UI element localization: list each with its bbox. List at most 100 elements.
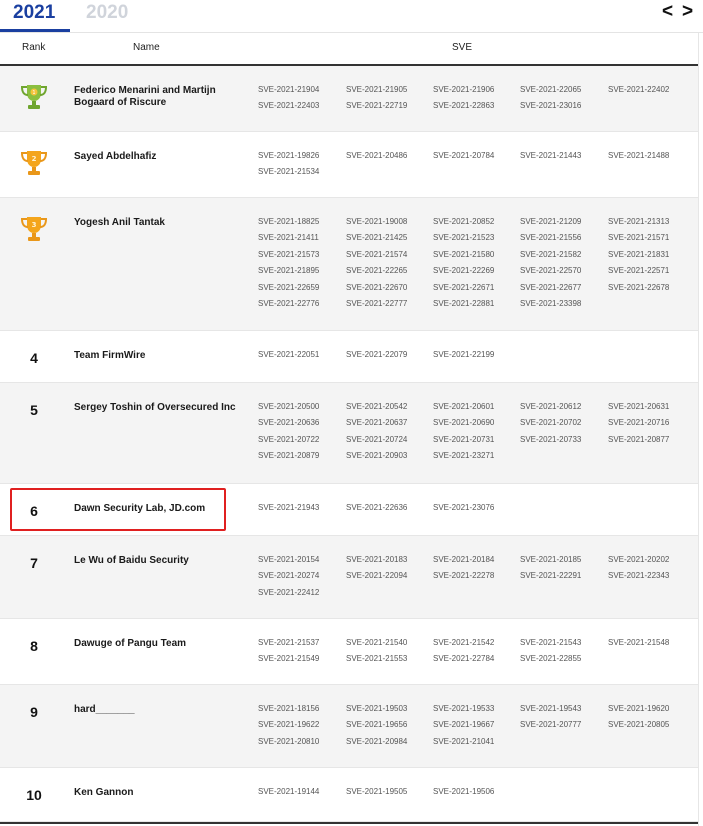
sve-id: SVE-2021-21582 — [520, 249, 582, 259]
rank-number: 5 — [30, 402, 38, 418]
sve-id: SVE-2021-20636 — [258, 418, 320, 428]
researcher-name: Sayed Abdelhafiz — [74, 151, 157, 162]
sve-id: SVE-2021-21895 — [258, 266, 320, 276]
sve-id: SVE-2021-22671 — [433, 282, 495, 292]
researcher-name: Dawn Security Lab, JD.com — [74, 503, 206, 514]
sve-id: SVE-2021-19667 — [433, 720, 495, 730]
sve-id: SVE-2021-20702 — [520, 418, 582, 428]
sve-id: SVE-2021-19543 — [520, 704, 582, 713]
sve-id: SVE-2021-20184 — [433, 555, 495, 564]
sve-id: SVE-2021-22881 — [433, 299, 495, 308]
sve-id: SVE-2021-21443 — [520, 151, 582, 160]
sve-id: SVE-2021-22402 — [608, 85, 670, 94]
table-row: 5 Sergey Toshin of Oversecured Inc SVE-202… — [0, 383, 698, 484]
chevron-right-icon[interactable]: > — [682, 2, 693, 22]
sve-id: SVE-2021-23016 — [520, 101, 582, 111]
sve-id: SVE-2021-20722 — [258, 434, 320, 444]
researcher-name: Federico Menarini and Martijn Bogaard of… — [74, 85, 216, 108]
researcher-name: Le Wu of Baidu Security — [74, 555, 189, 566]
sve-id: SVE-2021-19144 — [258, 787, 320, 796]
sve-id: SVE-2021-22079 — [346, 350, 408, 359]
sve-id: SVE-2021-22269 — [433, 266, 495, 276]
svg-text:1: 1 — [32, 90, 35, 96]
table-row: 7 Le Wu of Baidu Security SVE-2021-20154 SV… — [0, 536, 698, 619]
sve-id: SVE-2021-22343 — [608, 571, 670, 581]
sve-id: SVE-2021-19505 — [346, 787, 408, 796]
sve-id: SVE-2021-21943 — [258, 503, 320, 512]
table-header: Rank Name SVE — [0, 33, 698, 66]
sve-id: SVE-2021-19506 — [433, 787, 495, 796]
table-row: 2 Sayed Abdelhafiz SVE-2021-19826 SVE-2021-… — [0, 132, 698, 198]
sve-id: SVE-2021-20612 — [520, 402, 582, 411]
sve-id: SVE-2021-22570 — [520, 266, 582, 276]
sve-id: SVE-2021-22051 — [258, 350, 320, 359]
sve-id: SVE-2021-19620 — [608, 704, 670, 713]
sve-id: SVE-2021-20805 — [608, 720, 670, 730]
sve-id: SVE-2021-21425 — [346, 233, 408, 243]
sve-id: SVE-2021-20154 — [258, 555, 320, 564]
rank-number: 10 — [26, 787, 42, 803]
sve-id: SVE-2021-22659 — [258, 282, 320, 292]
sve-id: SVE-2021-20852 — [433, 217, 495, 226]
sve-id: SVE-2021-19503 — [346, 704, 408, 713]
gold-trophy-icon: 3 — [18, 214, 50, 244]
sve-id: SVE-2021-21580 — [433, 249, 495, 259]
sve-id: SVE-2021-20724 — [346, 434, 408, 444]
sve-id: SVE-2021-20631 — [608, 402, 670, 411]
sve-id: SVE-2021-22403 — [258, 101, 320, 111]
sve-id: SVE-2021-23271 — [433, 451, 495, 461]
sve-id: SVE-2021-21553 — [346, 654, 408, 664]
sve-id: SVE-2021-23398 — [520, 299, 582, 308]
sve-id: SVE-2021-22863 — [433, 101, 495, 111]
sve-id: SVE-2021-20984 — [346, 736, 408, 746]
sve-id: SVE-2021-22199 — [433, 350, 495, 359]
sve-id: SVE-2021-21906 — [433, 85, 495, 94]
table-row: 3 Yogesh Anil Tantak SVE-2021-18825 SVE-202… — [0, 198, 698, 331]
sve-id: SVE-2021-21543 — [520, 638, 582, 647]
column-header-sve: SVE — [452, 42, 473, 53]
year-tabs: 2021 2020 < > — [0, 0, 703, 34]
sve-id: SVE-2021-20637 — [346, 418, 408, 428]
sve-id: SVE-2021-20500 — [258, 402, 320, 411]
researcher-name: Yogesh Anil Tantak — [74, 217, 165, 228]
rank-number: 8 — [30, 638, 38, 654]
sve-id: SVE-2021-20185 — [520, 555, 582, 564]
table-row: 10 Ken Gannon SVE-2021-19144 SVE-2021-19505… — [0, 768, 698, 822]
sve-id: SVE-2021-21209 — [520, 217, 582, 226]
rank-number: 9 — [30, 704, 38, 720]
sve-id: SVE-2021-21488 — [608, 151, 670, 160]
sve-id: SVE-2021-19656 — [346, 720, 408, 730]
sve-id: SVE-2021-22784 — [433, 654, 495, 664]
tab-2020[interactable]: 2020 — [86, 2, 128, 24]
researcher-name: Team FirmWire — [74, 350, 146, 361]
sve-id: SVE-2021-21540 — [346, 638, 408, 647]
sve-id: SVE-2021-20690 — [433, 418, 495, 428]
sve-id: SVE-2021-20202 — [608, 555, 670, 564]
sve-id: SVE-2021-20716 — [608, 418, 670, 428]
rank-number: 4 — [30, 350, 38, 366]
rank-number: 7 — [30, 555, 38, 571]
sve-id: SVE-2021-18825 — [258, 217, 320, 226]
sve-id: SVE-2021-21313 — [608, 217, 670, 226]
sve-id: SVE-2021-20777 — [520, 720, 582, 730]
table-row: 9 hard_______ SVE-2021-18156 SVE-2021-19503… — [0, 685, 698, 768]
sve-id: SVE-2021-22571 — [608, 266, 670, 276]
table-row: 6 Dawn Security Lab, JD.com SVE-2021-21943… — [0, 484, 698, 536]
sve-id: SVE-2021-22855 — [520, 654, 582, 664]
tab-2021[interactable]: 2021 — [13, 2, 55, 24]
sve-id: SVE-2021-21556 — [520, 233, 582, 243]
sve-id: SVE-2021-20879 — [258, 451, 320, 461]
chevron-left-icon[interactable]: < — [662, 2, 673, 22]
sve-id: SVE-2021-21041 — [433, 736, 495, 746]
rank-number: 6 — [30, 503, 38, 519]
sve-id: SVE-2021-22278 — [433, 571, 495, 581]
sve-id: SVE-2021-21534 — [258, 167, 320, 177]
sve-id: SVE-2021-20903 — [346, 451, 408, 461]
sve-id: SVE-2021-21573 — [258, 249, 320, 259]
column-header-rank: Rank — [22, 42, 46, 53]
sve-id: SVE-2021-20601 — [433, 402, 495, 411]
sve-id: SVE-2021-21571 — [608, 233, 670, 243]
sve-id: SVE-2021-21542 — [433, 638, 495, 647]
green-trophy-icon: 1 — [18, 82, 50, 112]
table-bottom-border — [0, 822, 698, 824]
